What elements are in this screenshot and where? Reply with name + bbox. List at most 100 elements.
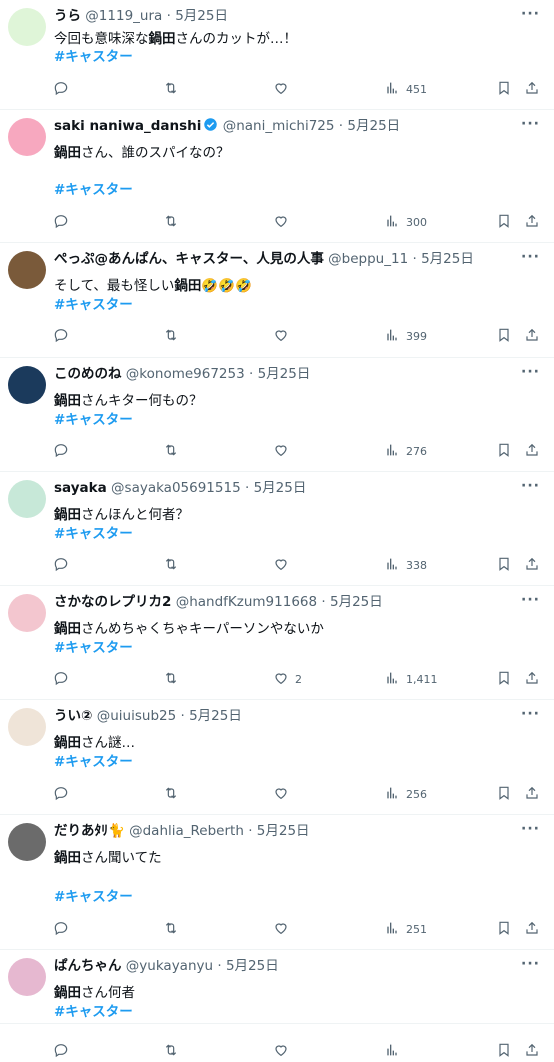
avatar[interactable] [8,708,46,746]
like-button[interactable] [273,211,295,233]
display-name[interactable]: このめのね [54,366,122,382]
user-handle[interactable]: @1119_ura [85,8,162,24]
user-handle[interactable]: @yukayanyu [126,958,213,974]
hashtag-link[interactable]: #キャスター [54,1002,133,1022]
reply-button[interactable] [53,440,75,462]
tweet[interactable]: うい② @uiuisub25 · 5月25日 ··· 鍋田さん謎… #キャスター… [0,700,554,815]
hashtag-link[interactable]: #キャスター [54,524,133,544]
share-button[interactable] [524,325,540,347]
display-name[interactable]: さかなのレプリカ2 [54,594,171,610]
bookmark-button[interactable] [496,1040,512,1062]
views-button[interactable]: 338 [384,554,427,576]
hashtag-link[interactable]: #キャスター [54,180,133,200]
display-name[interactable]: saki naniwa_danshi [54,118,201,134]
display-name[interactable]: ぱんちゃん [54,958,122,974]
views-button[interactable] [384,1040,406,1062]
user-handle[interactable]: @uiuisub25 [97,708,176,724]
tweet[interactable]: sayaka @sayaka05691515 · 5月25日 ··· 鍋田さんほ… [0,472,554,586]
reply-button[interactable] [53,554,75,576]
retweet-button[interactable] [163,1040,185,1062]
avatar[interactable] [8,366,46,404]
hashtag-link[interactable]: #キャスター [54,887,133,907]
avatar[interactable] [8,823,46,861]
reply-button[interactable] [53,918,75,940]
reply-button[interactable] [53,783,75,805]
reply-button[interactable] [53,211,75,233]
more-options-icon[interactable]: ··· [521,478,540,494]
reply-button[interactable] [53,325,75,347]
bookmark-button[interactable] [496,325,512,347]
reply-button[interactable] [53,668,75,690]
tweet-date[interactable]: 5月25日 [421,251,474,267]
tweet[interactable]: ぺっぷ@あんぱん、キャスター、人見の人事 @beppu_11 · 5月25日 ·… [0,243,554,358]
bookmark-button[interactable] [496,554,512,576]
user-handle[interactable]: @nani_michi725 [223,118,335,134]
more-options-icon[interactable]: ··· [521,364,540,380]
tweet-date[interactable]: 5月25日 [175,8,228,24]
more-options-icon[interactable]: ··· [521,956,540,972]
like-button[interactable] [273,783,295,805]
views-button[interactable]: 300 [384,211,427,233]
display-name[interactable]: ぺっぷ@あんぱん、キャスター、人見の人事 [54,251,324,267]
like-button[interactable] [273,1040,295,1062]
user-handle[interactable]: @dahlia_Reberth [129,823,244,839]
tweet[interactable]: だりあﾀﾘ🐈 @dahlia_Reberth · 5月25日 ··· 鍋田さん聞… [0,815,554,950]
like-button[interactable] [273,78,295,100]
share-button[interactable] [524,918,540,940]
user-handle[interactable]: @handfKzum911668 [176,594,317,610]
display-name[interactable]: うら [54,8,81,24]
more-options-icon[interactable]: ··· [521,116,540,132]
user-handle[interactable]: @beppu_11 [328,251,408,267]
views-button[interactable]: 276 [384,440,427,462]
like-button[interactable]: 2 [273,668,302,690]
bookmark-button[interactable] [496,78,512,100]
bookmark-button[interactable] [496,211,512,233]
tweet-date[interactable]: 5月25日 [330,594,383,610]
views-button[interactable]: 399 [384,325,427,347]
bookmark-button[interactable] [496,783,512,805]
display-name[interactable]: だりあﾀﾘ🐈 [54,823,125,839]
like-button[interactable] [273,554,295,576]
tweet-date[interactable]: 5月25日 [347,118,400,134]
tweet-date[interactable]: 5月25日 [257,823,310,839]
display-name[interactable]: sayaka [54,480,107,496]
user-handle[interactable]: @sayaka05691515 [111,480,241,496]
bookmark-button[interactable] [496,918,512,940]
tweet[interactable]: うら @1119_ura · 5月25日 ··· 今回も意味深な鍋田さんのカット… [0,0,554,110]
retweet-button[interactable] [163,668,185,690]
reply-button[interactable] [53,78,75,100]
tweet[interactable]: さかなのレプリカ2 @handfKzum911668 · 5月25日 ··· 鍋… [0,586,554,700]
avatar[interactable] [8,594,46,632]
avatar[interactable] [8,8,46,46]
hashtag-link[interactable]: #キャスター [54,638,133,658]
like-button[interactable] [273,918,295,940]
bookmark-button[interactable] [496,668,512,690]
hashtag-link[interactable]: #キャスター [54,410,133,430]
like-button[interactable] [273,440,295,462]
avatar[interactable] [8,118,46,156]
share-button[interactable] [524,440,540,462]
retweet-button[interactable] [163,325,185,347]
avatar[interactable] [8,480,46,518]
share-button[interactable] [524,78,540,100]
share-button[interactable] [524,554,540,576]
retweet-button[interactable] [163,783,185,805]
views-button[interactable]: 251 [384,918,427,940]
more-options-icon[interactable]: ··· [521,592,540,608]
display-name[interactable]: うい② [54,708,92,724]
more-options-icon[interactable]: ··· [521,6,540,22]
reply-button[interactable] [53,1040,75,1062]
more-options-icon[interactable]: ··· [521,706,540,722]
share-button[interactable] [524,211,540,233]
tweet-date[interactable]: 5月25日 [254,480,307,496]
hashtag-link[interactable]: #キャスター [54,47,133,67]
tweet[interactable]: このめのね @konome967253 · 5月25日 ··· 鍋田さんキター何… [0,358,554,472]
share-button[interactable] [524,668,540,690]
hashtag-link[interactable]: #キャスター [54,295,133,315]
tweet[interactable]: ぱんちゃん @yukayanyu · 5月25日 ··· 鍋田さん何者 #キャス… [0,950,554,1057]
tweet[interactable]: saki naniwa_danshi @nani_michi725 · 5月25… [0,110,554,243]
tweet-date[interactable]: 5月25日 [258,366,311,382]
retweet-button[interactable] [163,440,185,462]
views-button[interactable]: 451 [384,78,427,100]
more-options-icon[interactable]: ··· [521,821,540,837]
